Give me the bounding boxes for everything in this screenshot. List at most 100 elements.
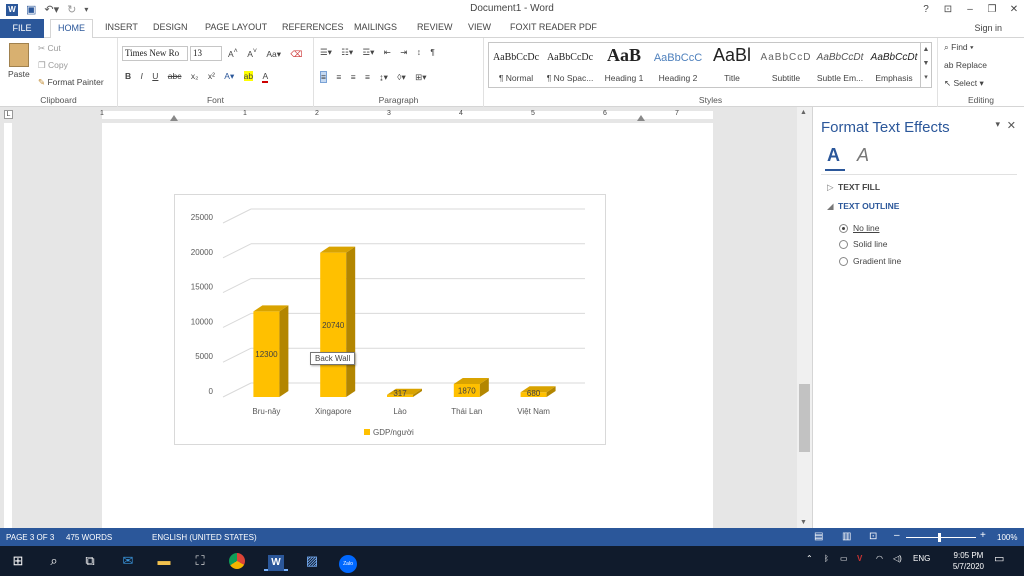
windows-start-icon[interactable]: ⊞ [8,551,28,571]
shading-icon[interactable]: ◊▾ [397,72,405,83]
antivirus-icon[interactable]: V [857,554,862,563]
zoom-slider-thumb[interactable] [938,533,941,542]
bluetooth-icon[interactable]: ᛒ [824,554,829,563]
tab-design[interactable]: DESIGN [153,22,188,32]
style-heading-1[interactable]: AaB Heading 1 [597,43,651,87]
subscript-icon[interactable]: x₂ [191,71,199,81]
align-left-icon[interactable]: ≡ [320,71,327,83]
italic-icon[interactable]: I [141,71,143,81]
style-no-spacing[interactable]: AaBbCcDc ¶ No Spac... [543,43,597,87]
page-count[interactable]: PAGE 3 OF 3 [6,533,54,542]
help-button[interactable]: ? [916,0,936,19]
style-subtitle[interactable]: AaBbCcD Subtitle [759,43,813,87]
copy-button[interactable]: ❐ Copy [38,60,68,71]
text-effects-tab-icon[interactable]: A [857,145,869,166]
input-language[interactable]: ENG [913,554,930,563]
scroll-thumb[interactable] [799,384,810,452]
style-title[interactable]: AaBl Title [705,43,759,87]
format-painter-button[interactable]: ✎ Format Painter [38,77,104,88]
multilevel-list-icon[interactable]: ☲▾ [363,47,375,58]
paste-button[interactable]: Paste [8,69,30,79]
zoom-slider[interactable] [906,537,976,538]
mail-icon[interactable]: ✉ [118,551,138,571]
tab-references[interactable]: REFERENCES [282,22,344,32]
replace-button[interactable]: ab Replace [944,60,987,70]
style-subtle-emphasis[interactable]: AaBbCcDt Subtle Em... [813,43,867,87]
shrink-font-icon[interactable]: A˅ [247,47,257,59]
word-taskbar-icon[interactable]: W [264,551,288,571]
bullets-icon[interactable]: ☰▾ [320,47,332,58]
scroll-up-icon[interactable]: ▲ [800,109,807,116]
language-indicator[interactable]: ENGLISH (UNITED STATES) [152,533,257,542]
highlight-icon[interactable]: ab [243,71,254,81]
clear-formatting-icon[interactable]: ⌫ [290,49,302,60]
align-center-icon[interactable]: ≡ [336,72,341,82]
minimize-button[interactable]: – [960,0,980,19]
select-button[interactable]: ↖ Select ▾ [944,78,984,89]
borders-icon[interactable]: ⊞▾ [415,72,426,83]
read-mode-icon[interactable]: ▤ [814,531,823,542]
justify-icon[interactable]: ≡ [365,72,370,82]
paste-icon[interactable] [9,43,29,67]
superscript-icon[interactable]: x² [208,71,215,81]
tab-page-layout[interactable]: PAGE LAYOUT [205,22,267,32]
tab-file[interactable]: FILE [0,19,44,38]
increase-indent-icon[interactable]: ⇥ [400,47,407,58]
decrease-indent-icon[interactable]: ⇤ [384,47,391,58]
store-icon[interactable]: ⛶ [190,551,210,571]
restore-button[interactable]: ❐ [982,0,1002,19]
system-clock[interactable]: 9:05 PM 5/7/2020 [953,550,984,572]
align-right-icon[interactable]: ≡ [351,72,356,82]
document-page[interactable]: 0 5000 10000 15000 20000 25000 12300 Bru-nây 207… [102,123,713,528]
pane-options-icon[interactable]: ▾ [995,119,1000,130]
tab-home[interactable]: HOME [50,19,93,39]
tab-selector-icon[interactable]: L [4,110,13,119]
gdp-bar-chart[interactable]: 0 5000 10000 15000 20000 25000 12300 Bru-nây 207… [175,195,607,446]
tab-foxit-reader-pdf[interactable]: FOXIT READER PDF [510,22,597,32]
sort-icon[interactable]: ↕ [417,47,421,57]
sign-in-link[interactable]: Sign in [974,23,1002,33]
style-heading-2[interactable]: AaBbCcC Heading 2 [651,43,705,87]
text-fill-section[interactable]: ▷ TEXT FILL [827,182,880,193]
numbering-icon[interactable]: ☷▾ [341,47,353,58]
photos-icon[interactable]: ▨ [302,551,322,571]
text-effects-icon[interactable]: A▾ [224,71,234,82]
font-size-combo[interactable]: 13 [190,46,222,61]
zoom-in-icon[interactable]: + [980,530,986,541]
chart-container[interactable]: 0 5000 10000 15000 20000 25000 12300 Bru-nây 207… [174,194,606,445]
notifications-icon[interactable]: ▭ [994,552,1004,565]
underline-icon[interactable]: U [152,71,158,81]
font-name-combo[interactable]: Times New Ro [122,46,188,61]
chrome-icon[interactable] [227,551,247,571]
search-icon[interactable]: ⌕ [44,551,64,571]
text-outline-section[interactable]: ◢ TEXT OUTLINE [827,201,899,212]
cut-button[interactable]: ✂ Cut [38,43,61,54]
tab-insert[interactable]: INSERT [105,22,138,32]
zoom-out-icon[interactable]: – [894,530,900,541]
ribbon-display-options-button[interactable]: ⊡ [938,0,958,19]
tab-mailings[interactable]: MAILINGS [354,22,397,32]
show-formatting-icon[interactable]: ¶ [430,47,435,57]
task-view-icon[interactable]: ⧉ [80,551,100,571]
zalo-icon[interactable]: Zalo [338,551,358,573]
scroll-down-icon[interactable]: ▼ [800,519,807,526]
close-button[interactable]: ✕ [1004,0,1024,19]
word-count[interactable]: 475 WORDS [66,533,112,542]
horizontal-ruler[interactable]: L 1 1 2 3 4 5 6 7 [0,107,812,123]
vertical-ruler[interactable] [4,123,12,528]
wifi-icon[interactable]: ◠ [876,554,883,563]
style-emphasis[interactable]: AaBbCcDt Emphasis [867,43,921,87]
bold-icon[interactable]: B [125,71,131,81]
styles-scroll-arrows[interactable]: ▲ ▼ ▾ [920,43,931,87]
zoom-level[interactable]: 100% [997,533,1017,542]
grow-font-icon[interactable]: A˄ [228,47,238,59]
change-case-icon[interactable]: Aa▾ [266,49,281,60]
solid-line-radio[interactable]: Solid line [839,239,888,249]
text-fill-outline-tab-icon[interactable]: A [827,145,840,166]
print-layout-icon[interactable]: ▥ [842,531,851,542]
battery-icon[interactable]: ▭ [840,554,848,563]
style-normal[interactable]: AaBbCcDc ¶ Normal [489,43,543,87]
tab-view[interactable]: VIEW [468,22,491,32]
font-color-icon[interactable]: A [262,71,269,83]
right-indent-marker-icon[interactable] [637,115,645,121]
